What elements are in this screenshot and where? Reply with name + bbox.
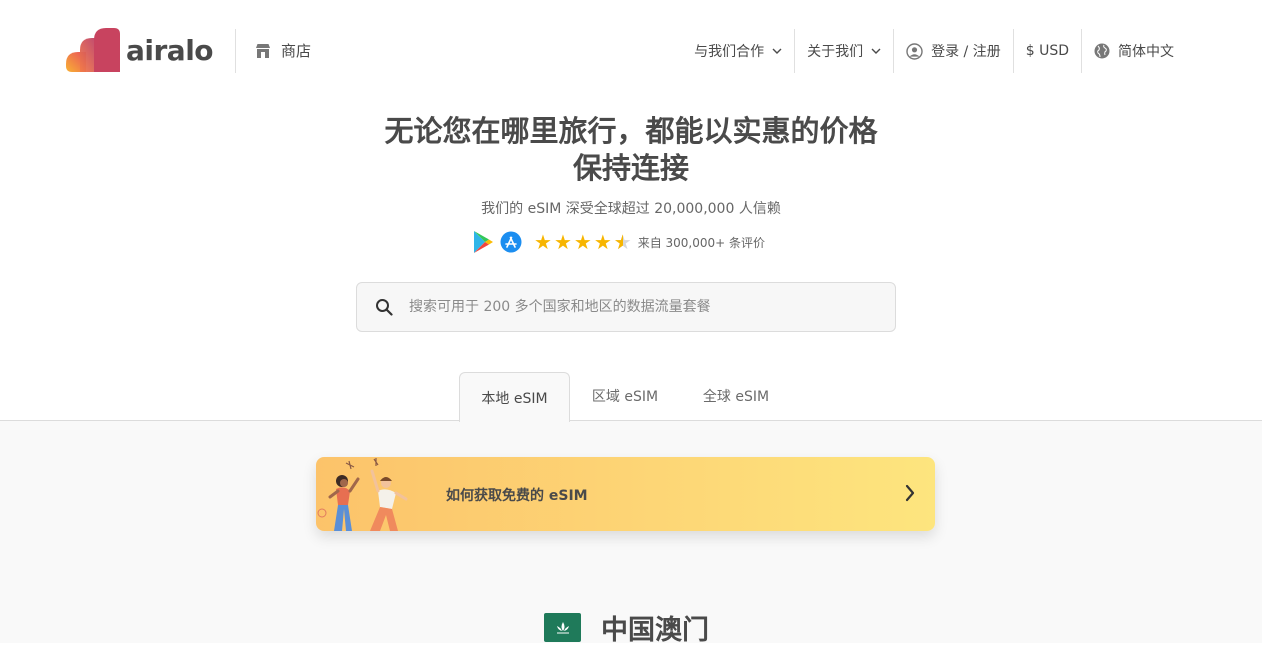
star-icon: ★ [534,230,552,254]
search-input[interactable] [407,298,851,316]
site-header: airalo 商店 与我们合作 关于我们 登录 / 注册 $ USD 简体中文 [0,0,1262,100]
nav-partner[interactable]: 与我们合作 [682,29,794,73]
user-icon [906,42,923,60]
hero-title-line1: 无论您在哪里旅行，都能以实惠的价格 [384,114,878,148]
nav-login[interactable]: 登录 / 注册 [893,29,1013,73]
star-icon: ★ [573,230,592,254]
hero-title: 无论您在哪里旅行，都能以实惠的价格 保持连接 [0,113,1262,187]
hero-subtitle: 我们的 eSIM 深受全球超过 20,000,000 人信赖 [481,201,781,217]
airalo-logo[interactable]: airalo [66,28,214,72]
airalo-logo-mark [66,28,120,72]
country-name: 中国澳门 [601,615,709,646]
reviews-count: 来自 300,000+ 条评价 [637,235,765,250]
shop-link[interactable]: 商店 [255,40,311,61]
nav-currency-label: $ USD [1025,43,1069,59]
nav-partner-label: 与我们合作 [694,44,765,60]
country-heading: 中国澳门 [544,608,709,647]
star-rating: ★ ★ ★ ★ ★★ [534,231,632,253]
nav-language[interactable]: 简体中文 [1081,29,1186,73]
star-icon: ★ [593,230,612,254]
lotus-icon [556,621,569,633]
header-divider [235,29,236,73]
star-icon: ★ [553,230,572,254]
free-esim-banner[interactable]: 如何获取免费的 eSIM [316,457,935,531]
main-nav: 与我们合作 关于我们 登录 / 注册 $ USD 简体中文 [682,29,1186,73]
tab-global-esim-label: 全球 eSIM [702,389,770,405]
dancing-people-illustration [317,458,408,531]
tabs-divider [0,420,1262,421]
nav-login-label: 登录 / 注册 [931,44,1001,60]
tab-regional-esim-label: 区域 eSIM [591,389,659,405]
chevron-right-icon [905,484,915,502]
search-icon [376,299,393,316]
tab-local-esim[interactable]: 本地 eSIM [459,372,570,422]
banner-text: 如何获取免费的 eSIM [446,488,588,504]
google-play-icon[interactable] [472,230,494,254]
nav-about-label: 关于我们 [807,44,864,60]
shop-label: 商店 [281,42,312,60]
tab-global-esim[interactable]: 全球 eSIM [682,372,790,420]
hero-title-line2: 保持连接 [572,151,689,185]
nav-about[interactable]: 关于我们 [794,29,893,73]
chevron-down-icon [772,48,782,54]
app-stores [472,230,522,254]
rating-row: ★ ★ ★ ★ ★★ 来自 300,000+ 条评价 [472,230,765,254]
globe-icon [1094,43,1110,59]
star-half-icon: ★★ [613,230,632,254]
nav-language-label: 简体中文 [1118,44,1174,60]
nav-currency[interactable]: $ USD [1012,29,1081,73]
logo-text: airalo [126,33,214,67]
app-store-icon[interactable] [500,231,522,253]
store-icon [256,43,270,58]
chevron-down-icon [871,48,881,54]
search-bar[interactable] [356,282,896,332]
macau-flag-icon [544,613,581,642]
tab-regional-esim[interactable]: 区域 eSIM [572,372,678,420]
tab-local-esim-label: 本地 eSIM [481,390,548,407]
